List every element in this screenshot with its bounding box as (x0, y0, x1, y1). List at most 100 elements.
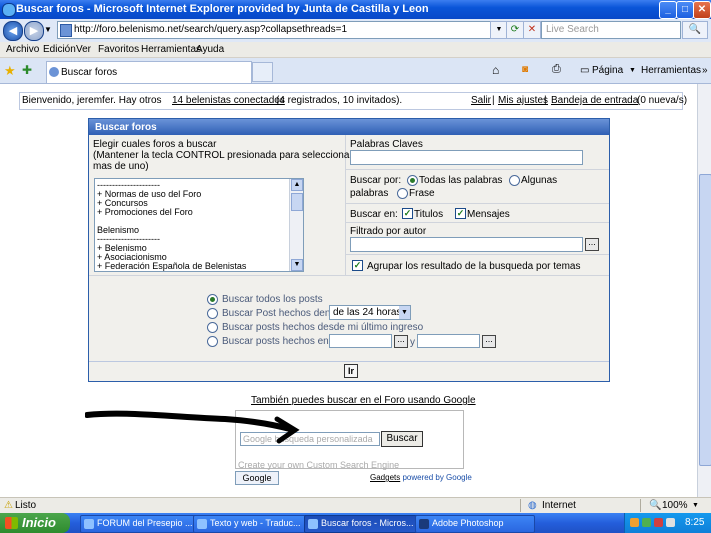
taskbar-button-active[interactable]: Buscar foros - Micros... (304, 515, 424, 533)
google-search-button[interactable]: Buscar (381, 431, 423, 447)
radio-all-words[interactable] (407, 175, 418, 186)
within-time-select[interactable]: de las 24 horas ▼ (329, 305, 411, 320)
taskbar-button[interactable]: Adobe Photoshop (415, 515, 535, 533)
date-to-input[interactable] (417, 334, 480, 348)
taskbar-label: Texto y web - Traduc... (210, 518, 301, 528)
since-last-login-label: Buscar posts hechos desde mi último ingr… (222, 322, 424, 333)
author-picker-button[interactable]: ... (585, 238, 599, 251)
tray-icon[interactable] (642, 518, 651, 527)
home-icon[interactable]: ⌂ (492, 63, 499, 77)
feeds-icon[interactable]: ◙ (522, 64, 528, 75)
start-label: Inicio (22, 515, 56, 530)
page-scrollbar[interactable] (697, 84, 711, 497)
page-menu[interactable]: Página (592, 65, 623, 76)
posts-within-label: Buscar Post hechos dentro (222, 308, 343, 319)
status-page-icon: ⚠ (4, 500, 13, 511)
posts-between-label: Buscar posts hechos entre (222, 336, 341, 347)
list-item[interactable]: + Promociones del Foro (97, 207, 193, 217)
radio-all-posts[interactable] (207, 294, 218, 305)
refresh-button[interactable]: ⟳ (506, 21, 524, 39)
volume-icon[interactable] (666, 518, 675, 527)
and-label: y (410, 337, 415, 348)
tray-icon[interactable] (654, 518, 663, 527)
welcome-bar: Bienvenido, jeremfer. Hay otros 14 belen… (19, 92, 687, 110)
tab-label: Buscar foros (61, 67, 118, 78)
back-button[interactable]: ◀ (3, 21, 23, 41)
author-input[interactable] (350, 237, 583, 252)
add-favorite-icon[interactable]: ✚ (22, 63, 32, 77)
minimize-button[interactable]: _ (659, 1, 677, 19)
add-to-google-button[interactable]: Google (235, 471, 279, 485)
mis-ajustes-link[interactable]: Mis ajustes (498, 95, 548, 106)
scrollbar-thumb[interactable] (699, 174, 711, 466)
row-separator (346, 203, 609, 204)
favorites-star-icon[interactable]: ★ (4, 63, 16, 79)
row-separator (89, 275, 609, 276)
status-divider (640, 499, 641, 512)
salir-link[interactable]: Salir (471, 95, 491, 106)
tab-page-icon (49, 67, 59, 77)
forward-button[interactable]: ▶ (24, 21, 44, 41)
all-posts-label: Buscar todos los posts (222, 294, 323, 305)
keywords-input[interactable] (350, 150, 583, 165)
herramientas-menu[interactable]: Herramientas (641, 65, 701, 76)
live-search-input[interactable]: Live Search (541, 21, 681, 39)
radio-since-last-login[interactable] (207, 322, 218, 333)
custom-search-engine-link[interactable]: Create your own Custom Search Engine (238, 460, 399, 470)
row-separator (346, 169, 609, 170)
taskbar-button[interactable]: FORUM del Presepio ... (80, 515, 200, 533)
listbox-scrollbar[interactable]: ▲ ▼ (289, 179, 303, 271)
menu-bar: Archivo Edición Ver Favoritos Herramient… (0, 42, 711, 58)
radio-some-words[interactable] (509, 175, 520, 186)
menu-ver[interactable]: Ver (76, 44, 91, 55)
list-item[interactable]: + Federación Española de Belenistas (97, 261, 246, 271)
menu-favoritos[interactable]: Favoritos (98, 44, 139, 55)
radio-posts-within[interactable] (207, 308, 218, 319)
maximize-button[interactable]: □ (676, 1, 694, 19)
date-from-picker-button[interactable]: ... (394, 335, 408, 348)
gadgets-credit: Gadgets powered by Google (370, 473, 472, 482)
stop-button[interactable]: ✕ (523, 21, 541, 39)
within-time-value: de las 24 horas (333, 307, 402, 318)
zoom-dropdown-icon[interactable]: ▼ (692, 502, 699, 509)
group-results-checkbox[interactable]: ✓ (352, 260, 363, 271)
menu-archivo[interactable]: Archivo (6, 44, 39, 55)
tab-buscar-foros[interactable]: Buscar foros (46, 61, 252, 83)
menu-edicion[interactable]: Edición (43, 44, 76, 55)
zoom-icon[interactable]: 🔍 (649, 500, 661, 511)
titles-checkbox[interactable]: ✓ (402, 208, 413, 219)
search-button[interactable]: 🔍 (682, 21, 708, 39)
forum-listbox[interactable]: --------------------- + Normas de uso de… (94, 178, 304, 272)
radio-phrase[interactable] (397, 188, 408, 199)
listbox-scroll-thumb[interactable] (291, 193, 303, 211)
row-separator (346, 254, 609, 255)
gadgets-link[interactable]: Gadgets (370, 473, 400, 482)
zoom-level[interactable]: 100% (662, 500, 688, 511)
radio-posts-between[interactable] (207, 336, 218, 347)
date-from-input[interactable] (329, 334, 392, 348)
phrase-label: Frase (409, 188, 435, 199)
tray-icon[interactable] (630, 518, 639, 527)
date-to-picker-button[interactable]: ... (482, 335, 496, 348)
separator: | (492, 95, 495, 106)
bandeja-link[interactable]: Bandeja de entrada (551, 95, 638, 106)
toolbar-chevron-icon[interactable]: » (702, 65, 708, 76)
scroll-down-icon[interactable]: ▼ (291, 259, 303, 271)
windows-taskbar: Inicio FORUM del Presepio ... Texto y we… (0, 513, 711, 533)
url-input[interactable]: http://foro.belenismo.net/search/query.a… (57, 21, 503, 39)
taskbar-button[interactable]: Texto y web - Traduc... (193, 515, 313, 533)
print-icon[interactable]: ⎙ (552, 63, 561, 76)
new-tab-button[interactable] (252, 62, 273, 82)
row-separator (346, 222, 609, 223)
menu-ayuda[interactable]: Ayuda (196, 44, 224, 55)
close-button[interactable]: ✕ (693, 1, 711, 19)
online-users-link[interactable]: 14 belenistas conectados (172, 95, 285, 106)
history-dropdown-icon[interactable]: ▼ (44, 25, 52, 34)
ie-icon (308, 519, 318, 529)
separator: | (544, 95, 547, 106)
menu-herramientas[interactable]: Herramientas (141, 44, 201, 55)
start-button[interactable]: Inicio (0, 513, 70, 533)
messages-checkbox[interactable]: ✓ (455, 208, 466, 219)
scroll-up-icon[interactable]: ▲ (291, 179, 303, 191)
search-go-button[interactable]: Ir (344, 364, 358, 378)
